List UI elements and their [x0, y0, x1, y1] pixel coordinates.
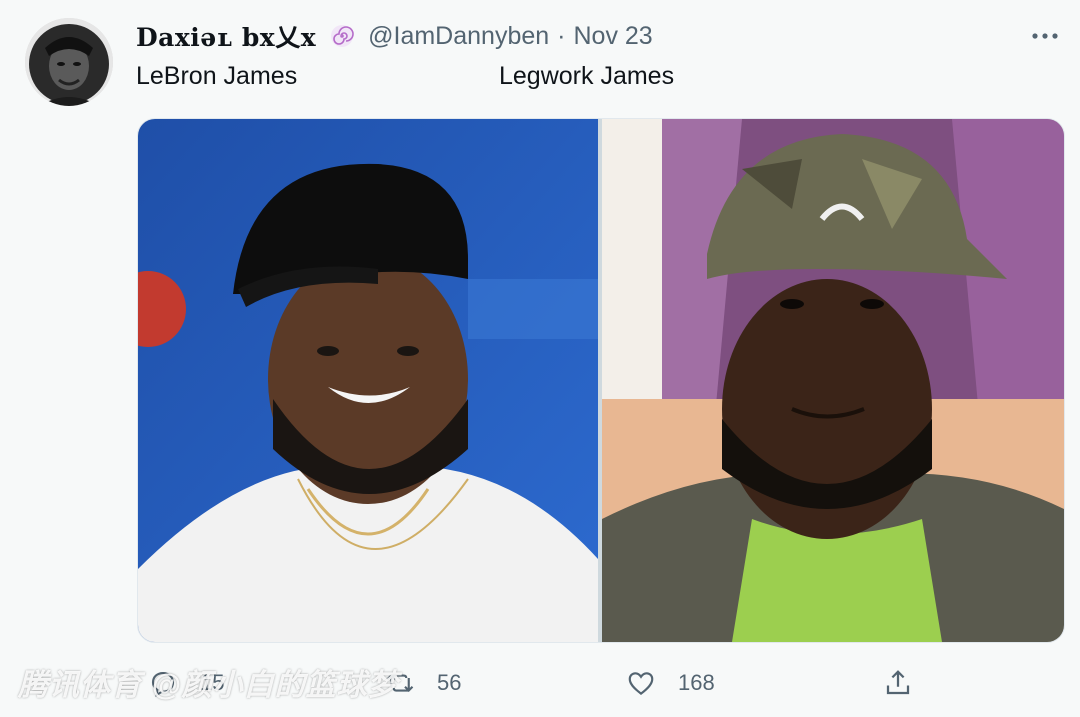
heart-icon	[628, 672, 654, 695]
tweet-date[interactable]: Nov 23	[573, 22, 652, 51]
share-icon	[886, 670, 910, 695]
user-handle[interactable]: @IamDannyben	[368, 22, 549, 51]
media-photo-left[interactable]	[138, 119, 598, 642]
separator-dot: ·	[557, 21, 566, 50]
display-name[interactable]: Daxiəʟ bx乂x	[136, 18, 316, 54]
more-options-icon[interactable]	[1030, 28, 1060, 44]
watermark: 腾讯体育 @颜小白的篮球梦	[18, 669, 399, 702]
tweet-text-right: Legwork James	[499, 62, 675, 90]
avatar-image	[25, 18, 113, 106]
photo-lebron	[138, 119, 598, 642]
retweet-count: 56	[437, 670, 462, 695]
like-button[interactable]: 168	[626, 660, 715, 706]
spiral-badge-icon	[330, 24, 354, 48]
media-photo-right[interactable]	[602, 119, 1064, 642]
media-grid[interactable]	[137, 118, 1065, 643]
tweet-card[interactable]: Daxiəʟ bx乂x @IamDannyben · Nov 23 LeBron…	[0, 0, 1080, 717]
like-count: 168	[678, 670, 715, 695]
share-button[interactable]	[883, 660, 913, 706]
avatar[interactable]	[25, 18, 113, 106]
tweet-text-left: LeBron James	[136, 62, 298, 90]
tweet-header: Daxiəʟ bx乂x @IamDannyben · Nov 23	[136, 16, 653, 56]
photo-legwork	[602, 119, 1064, 642]
